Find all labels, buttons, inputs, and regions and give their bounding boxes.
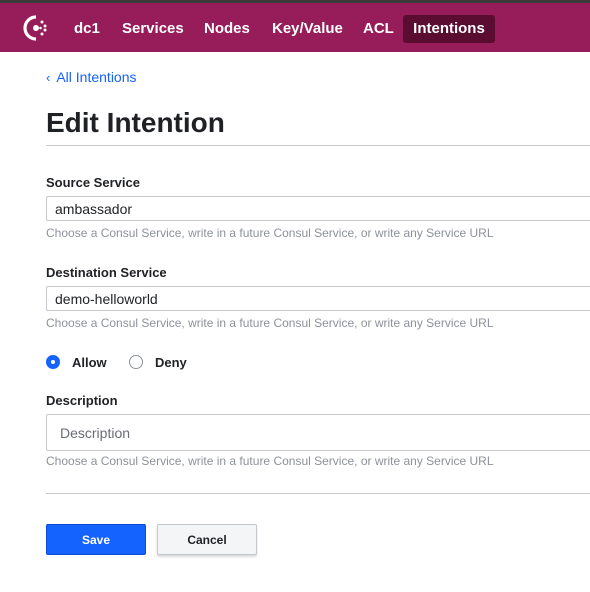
destination-service-label: Destination Service <box>46 265 167 280</box>
breadcrumb-label: All Intentions <box>56 69 137 85</box>
nav-item-nodes[interactable]: Nodes <box>194 16 260 42</box>
nav-item-acl[interactable]: ACL <box>353 16 404 42</box>
deny-radio[interactable] <box>129 355 143 369</box>
nav-item-intentions[interactable]: Intentions <box>403 15 495 43</box>
source-service-help: Choose a Consul Service, write in a futu… <box>46 226 494 240</box>
allow-radio-label[interactable]: Allow <box>72 355 107 370</box>
page-title: Edit Intention <box>46 107 225 138</box>
description-label: Description <box>46 393 118 408</box>
breadcrumb-all-intentions[interactable]: ‹ All Intentions <box>46 69 137 85</box>
nav-datacenter-dc1[interactable]: dc1 <box>64 16 110 42</box>
top-navigation-bar: dc1 Services Nodes Key/Value ACL Intenti… <box>0 0 590 52</box>
destination-service-input[interactable] <box>46 286 590 311</box>
form-divider <box>46 493 590 494</box>
title-divider <box>46 145 590 146</box>
deny-radio-label[interactable]: Deny <box>155 355 187 370</box>
allow-radio[interactable] <box>46 355 60 369</box>
description-textarea[interactable] <box>46 414 590 451</box>
source-service-input[interactable] <box>46 196 590 221</box>
consul-logo-icon[interactable] <box>22 14 50 42</box>
cancel-button[interactable]: Cancel <box>157 524 257 555</box>
description-help: Choose a Consul Service, write in a futu… <box>46 454 494 468</box>
save-button[interactable]: Save <box>46 524 146 555</box>
chevron-left-icon: ‹ <box>46 70 51 85</box>
nav-item-key-value[interactable]: Key/Value <box>262 16 353 42</box>
destination-service-help: Choose a Consul Service, write in a futu… <box>46 316 494 330</box>
source-service-label: Source Service <box>46 175 140 190</box>
nav-item-services[interactable]: Services <box>112 16 194 42</box>
